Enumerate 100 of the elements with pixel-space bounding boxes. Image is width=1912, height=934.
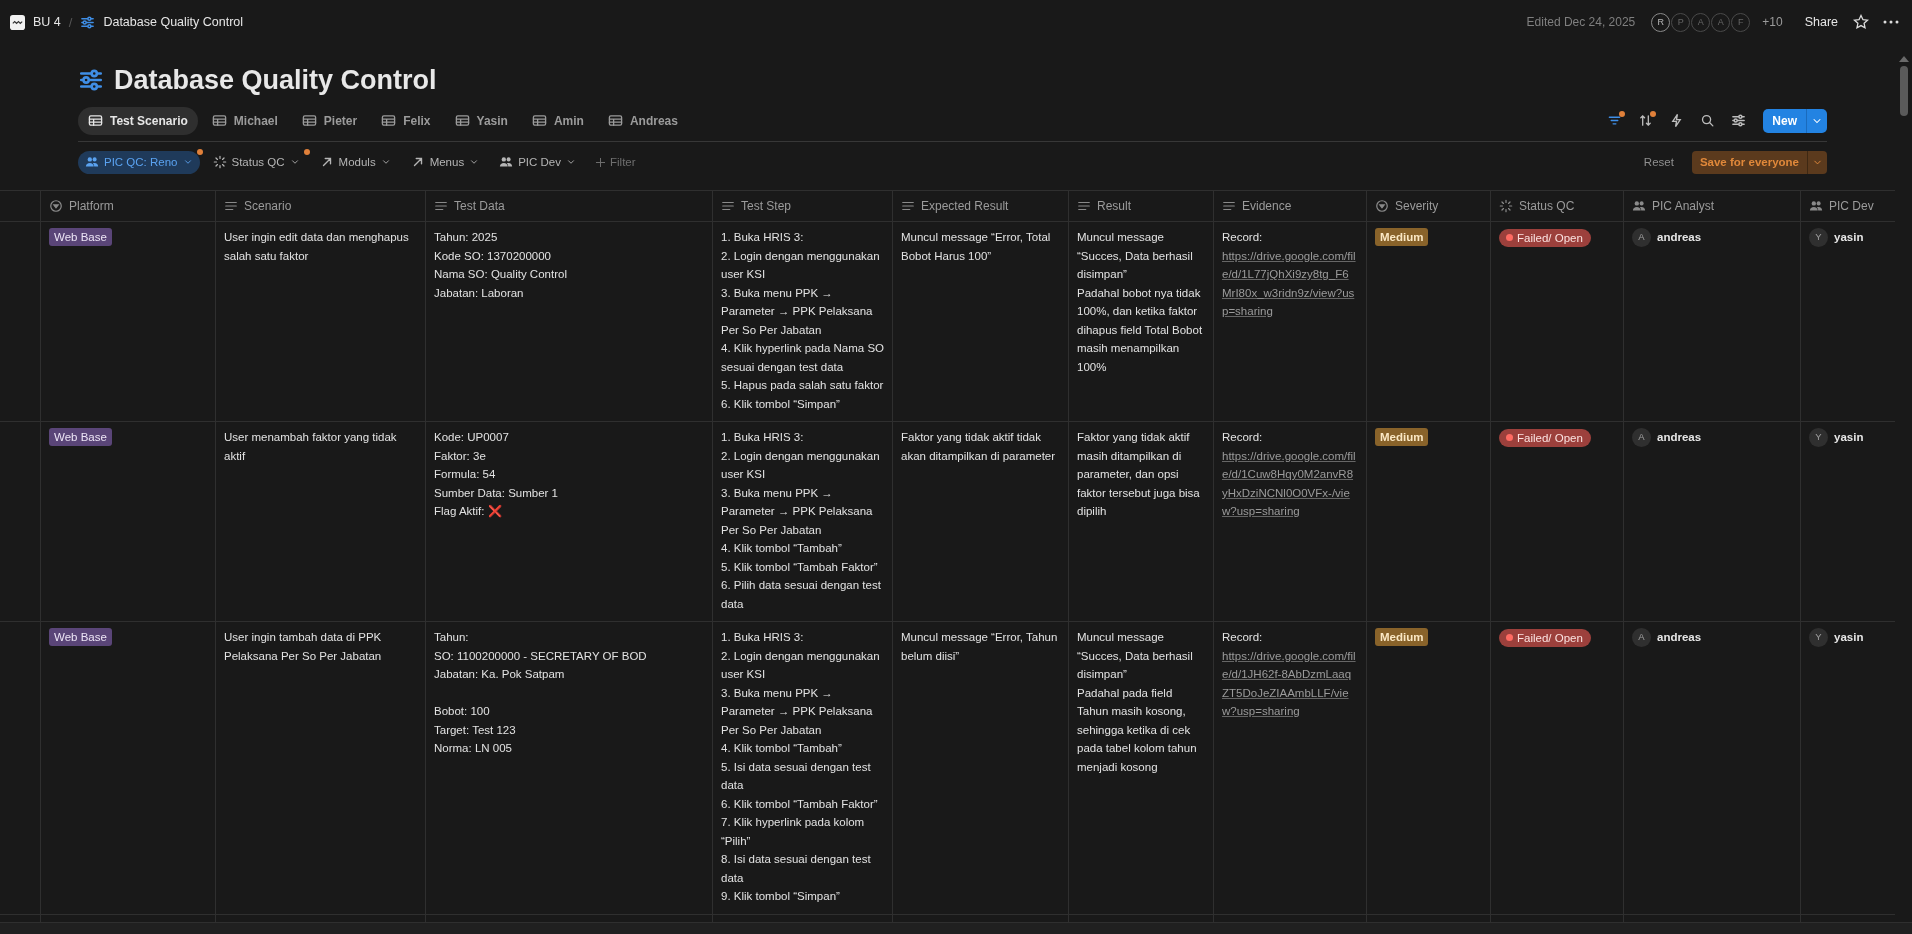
person-avatar: A [1632,428,1651,447]
status-tag: Failed/ Open [1499,428,1591,447]
severity-tag: Medium [1375,228,1429,246]
filter-chip[interactable]: Moduls [312,150,398,174]
test-data-line: Flag Aktif: ❌ [434,504,503,520]
text-icon [224,199,238,213]
test-step-line: 8. Isi data sesuai dengan test data [721,852,872,886]
view-tab[interactable]: Amin [521,106,594,135]
test-step-line: 6. Klik tombol “Simpan” [721,396,841,412]
view-tab[interactable]: Yasin [444,106,518,135]
view-tab[interactable]: Test Scenario [78,106,198,135]
test-data-line: Tahun: 2025 [434,230,499,245]
caret-icon [566,157,576,167]
person-name: andreas [1657,630,1702,646]
test-data-line: Kode SO: 1370200000 [434,248,553,264]
column-header[interactable]: Severity [1366,191,1490,221]
expected-result-text: Muncul message “Error, Total Bobot Harus 100” [901,230,1052,264]
scenario-text: User ingin edit data dan menghapus salah satu faktor [224,230,410,264]
more-users-count[interactable]: +10 [1762,15,1783,29]
test-step-line: 2. Login dengan menggunakan user KSI [721,448,881,482]
view-tab[interactable]: Michael [201,106,288,135]
test-data-line: Kode: UP0007 [434,430,510,445]
evidence-link[interactable]: https://drive.google.com/file/d/1L77jQhXi9zy8tg_F6MrI80x_w3ridn9z/view?usp=sharing [1222,246,1358,321]
table-icon [301,113,317,128]
workspace-logo-icon [10,14,25,30]
expected-result-text: Faktor yang tidak aktif tidak akan ditampilkan di parameter [901,430,1057,464]
breadcrumb-separator: / [68,14,73,30]
test-data-line: Tahun: [434,630,470,645]
test-data-line: Jabatan: Ka. Pok Satpam [434,667,566,682]
person-name: andreas [1657,230,1702,246]
text-icon [434,199,448,213]
column-header[interactable]: PIC Analyst [1623,191,1800,221]
result-text: Muncul message “Succes, Data berhasil disimpan” [1077,630,1194,682]
breadcrumb-link[interactable]: BU 4 [33,15,61,29]
view-tab[interactable]: Pieter [291,106,368,135]
table-icon [211,113,227,128]
people-icon [85,155,99,169]
filter-chip[interactable]: PIC QC: Reno [78,150,200,174]
test-step-line: 1. Buka HRIS 3: [721,430,805,445]
person-name: andreas [1657,430,1702,446]
person-avatar: A [1632,628,1651,647]
test-step-line: 5. Hapus pada salah satu faktor [721,378,884,393]
status-tag: Failed/ Open [1499,228,1591,247]
person-avatar: Y [1809,428,1828,447]
platform-tag: Web Base [49,228,112,246]
column-header[interactable]: Status QC [1490,191,1623,221]
test-step-line: 3. Buka menu PPK → Parameter → PPK Pelaksana Per So Per Jabatan [721,485,874,538]
scroll-up-arrow-icon[interactable] [1898,56,1909,62]
result-text: Muncul message “Succes, Data berhasil disimpan” [1077,230,1194,282]
column-header[interactable]: Test Data [425,191,712,221]
person-name: yasin [1834,430,1864,446]
test-step-line: 2. Login dengan menggunakan user KSI [721,248,881,282]
person-name: yasin [1834,230,1864,246]
people-icon [1809,199,1823,213]
table-icon [88,113,103,128]
breadcrumb-link[interactable]: Database Quality Control [103,15,244,29]
caret-icon [380,157,391,167]
select-icon [1375,199,1389,213]
view-tab[interactable]: Andreas [597,106,688,135]
caret-icon [182,157,193,167]
test-step-line: 3. Buka menu PPK → Parameter → PPK Pelaksana Per So Per Jabatan [721,685,874,738]
table-icon [607,113,623,128]
sliders-icon [80,14,96,30]
test-step-line: 4. Klik tombol “Tambah” [721,741,843,756]
text-icon [721,199,735,213]
platform-tag: Web Base [49,628,112,646]
filter-chip[interactable]: PIC Dev [492,150,583,174]
column-header[interactable]: Expected Result [892,191,1068,221]
user-avatar[interactable]: R [1651,12,1671,32]
column-header[interactable]: Result [1068,191,1213,221]
column-header[interactable]: Scenario [215,191,425,221]
star-icon [1853,14,1869,30]
test-step-line: 5. Isi data sesuai dengan test data [721,759,872,793]
test-step-line: 6. Klik tombol “Tambah Faktor” [721,796,879,812]
evidence-link[interactable]: https://drive.google.com/file/d/1JH62f-8AbDzmLaaqZT5DoJeZIAAmbLLF/view?usp=sharing [1222,646,1358,721]
scenario-text: User menambah faktor yang tidak aktif [224,430,398,464]
filter-chip[interactable]: Menus [403,150,487,174]
severity-tag: Medium [1375,628,1429,646]
add-filter-button[interactable]: Filter [589,155,642,169]
more-icon [1883,20,1899,24]
platform-tag: Web Base [49,428,112,446]
evidence-link[interactable]: https://drive.google.com/file/d/1Cuw8Hqy0M2anvR8yHxDziNCNl0O0VFx-/view?usp=sharing [1222,446,1358,521]
column-header[interactable]: Evidence [1213,191,1366,221]
column-header[interactable]: PIC Dev [1800,191,1895,221]
expected-result-text: Muncul message “Error, Tahun belum diisi” [901,630,1059,664]
column-header[interactable]: Platform [40,191,215,221]
reset-button[interactable]: Reset [1637,155,1680,169]
evidence-label: Record: [1222,430,1264,445]
edited-date: Edited Dec 24, 2025 [1526,15,1636,29]
test-data-line: Bobot: 100 [434,704,491,719]
scrollbar-thumb[interactable] [1899,66,1908,116]
test-step-line: 1. Buka HRIS 3: [721,230,805,245]
filter-chip[interactable]: Status QC [205,150,307,174]
test-step-line: 1. Buka HRIS 3: [721,630,805,645]
sort-icon [1638,113,1654,128]
view-tab[interactable]: Felix [371,106,441,135]
sliders-icon [78,67,104,93]
page-title: Database Quality Control [114,64,437,96]
column-header[interactable]: Test Step [712,191,892,221]
share-button[interactable]: Share [1800,13,1842,31]
